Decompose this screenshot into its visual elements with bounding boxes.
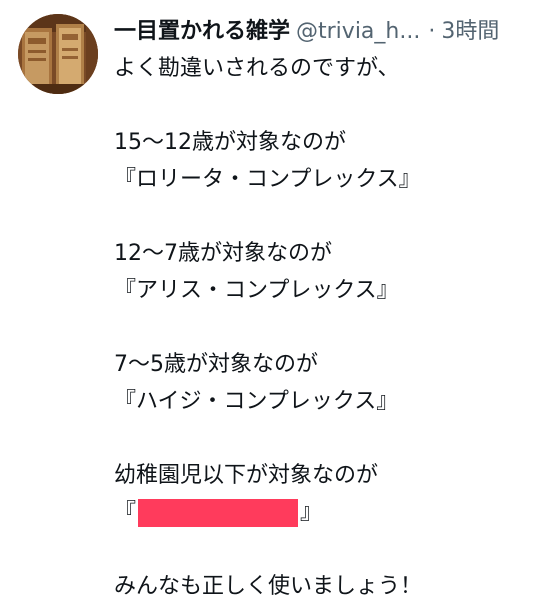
item4-name: 『 』	[114, 494, 554, 531]
avatar[interactable]	[18, 14, 98, 94]
closing-line: みんなも正しく使いましょう！	[114, 574, 423, 599]
separator-dot: ·	[428, 19, 436, 44]
redaction-bar	[138, 498, 299, 527]
item1-condition: 15〜12歳が対象なのが	[114, 130, 346, 155]
user-handle[interactable]: @trivia_h...	[296, 14, 420, 50]
item3-name: 『ハイジ・コンプレックス』	[114, 389, 399, 414]
tweet-text: よく勘違いされるのですが、 15〜12歳が対象なのが 『ロリータ・コンプレックス…	[114, 50, 554, 605]
tweet[interactable]: 一目置かれる雑学 @trivia_h... · 3時間 よく勘違いされるのですが…	[0, 0, 557, 600]
timestamp[interactable]: 3時間	[441, 14, 499, 50]
intro-line: よく勘違いされるのですが、	[114, 56, 400, 81]
item1-name: 『ロリータ・コンプレックス』	[114, 167, 421, 192]
avatar-image	[18, 14, 98, 94]
close-bracket: 』	[300, 500, 323, 525]
open-bracket: 『	[114, 500, 137, 525]
tweet-header: 一目置かれる雑学 @trivia_h... · 3時間	[114, 14, 557, 50]
item3-condition: 7〜5歳が対象なのが	[114, 352, 318, 377]
item2-name: 『アリス・コンプレックス』	[114, 278, 399, 303]
item2-condition: 12〜7歳が対象なのが	[114, 241, 332, 266]
display-name[interactable]: 一目置かれる雑学	[114, 14, 290, 50]
item4-condition: 幼稚園児以下が対象なのが	[114, 463, 379, 488]
